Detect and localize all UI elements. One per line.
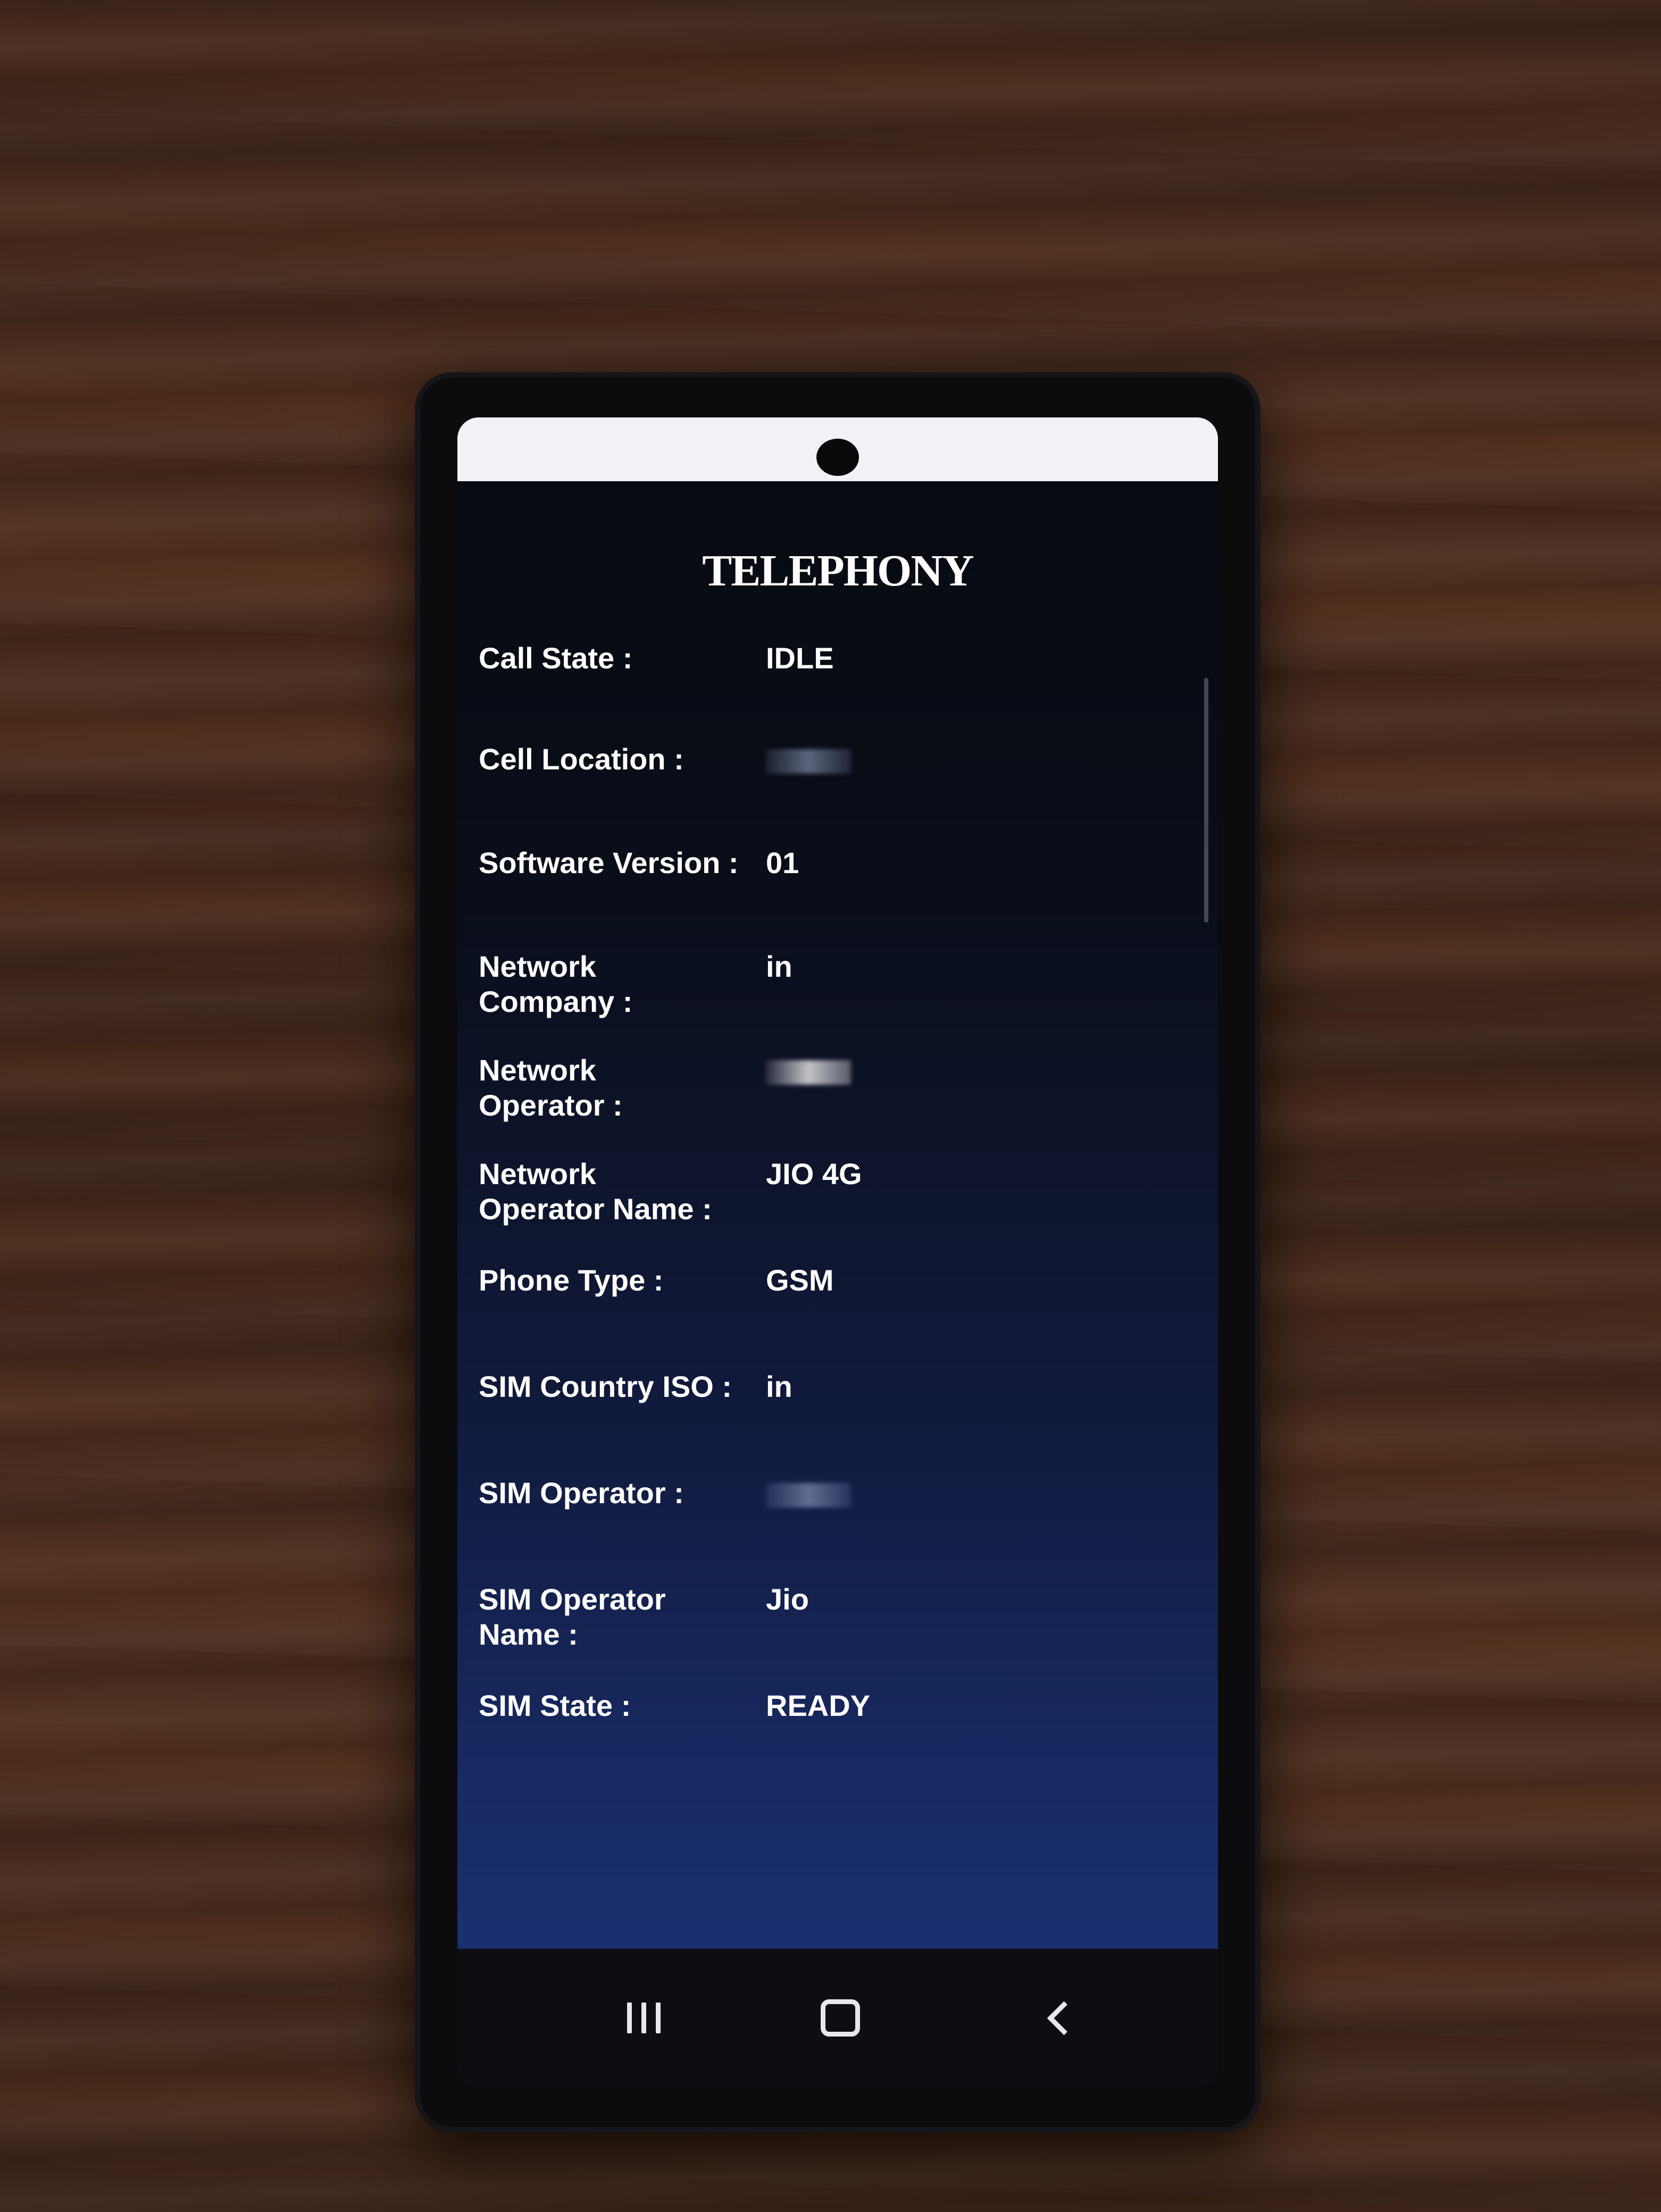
phone-type-label: Phone Type : xyxy=(479,1263,664,1297)
info-row-sim-operator: SIM Operator : xyxy=(479,1476,1170,1561)
network-operator-label: Network Operator : xyxy=(479,1053,623,1122)
call-state-value: IDLE xyxy=(766,641,834,675)
sim-operator-label: SIM Operator : xyxy=(479,1476,684,1510)
sim-operator-value xyxy=(766,1476,1138,1511)
navigation-bar xyxy=(457,1949,1218,2087)
info-row-network-operator: Network Operator : xyxy=(479,1053,1170,1138)
recents-icon xyxy=(627,2002,661,2033)
redacted-value xyxy=(766,749,851,774)
sim-operator-name-label: SIM Operator Name : xyxy=(479,1582,666,1651)
phone-type-value: GSM xyxy=(766,1263,834,1297)
sim-state-label: SIM State : xyxy=(479,1689,631,1722)
front-camera xyxy=(816,439,859,476)
info-row-sim-state: SIM State : READY xyxy=(479,1688,1170,1773)
software-version-value: 01 xyxy=(766,846,799,879)
back-icon xyxy=(1047,2001,1081,2035)
cell-location-label: Cell Location : xyxy=(479,742,684,776)
sim-country-iso-label: SIM Country ISO : xyxy=(479,1370,732,1403)
info-row-network-operator-name: Network Operator Name : JIO 4G xyxy=(479,1157,1170,1242)
network-operator-name-value: JIO 4G xyxy=(766,1157,862,1191)
recents-button[interactable] xyxy=(606,1981,681,2055)
status-bar xyxy=(457,417,1218,481)
scrollbar[interactable] xyxy=(1204,678,1208,923)
redacted-value xyxy=(766,1483,851,1508)
info-row-network-company: Network Company : in xyxy=(479,949,1170,1034)
network-operator-name-label: Network Operator Name : xyxy=(479,1157,712,1226)
sim-operator-name-value: Jio xyxy=(766,1582,809,1616)
home-button[interactable] xyxy=(803,1981,878,2055)
sim-state-value: READY xyxy=(766,1689,871,1722)
call-state-label: Call State : xyxy=(479,641,633,675)
home-icon xyxy=(821,1999,860,2037)
info-row-software-version: Software Version : 01 xyxy=(479,845,1170,931)
back-button[interactable] xyxy=(1021,1981,1096,2055)
info-row-sim-operator-name: SIM Operator Name : Jio xyxy=(479,1582,1170,1667)
network-operator-value xyxy=(766,1053,1138,1088)
info-row-cell-location: Cell Location : xyxy=(479,742,1170,827)
info-row-phone-type: Phone Type : GSM xyxy=(479,1263,1170,1348)
redacted-value xyxy=(766,1060,851,1085)
info-row-call-state: Call State : IDLE xyxy=(479,641,1170,726)
sim-country-iso-value: in xyxy=(766,1370,792,1403)
network-company-label: Network Company : xyxy=(479,950,633,1018)
software-version-label: Software Version : xyxy=(479,846,739,879)
network-company-value: in xyxy=(766,950,792,983)
page-title: TELEPHONY xyxy=(702,546,974,596)
cell-location-value xyxy=(766,742,1138,777)
phone-screen: TELEPHONY Call State : IDLE Cell Locatio… xyxy=(457,417,1218,2087)
info-row-sim-country-iso: SIM Country ISO : in xyxy=(479,1369,1170,1454)
